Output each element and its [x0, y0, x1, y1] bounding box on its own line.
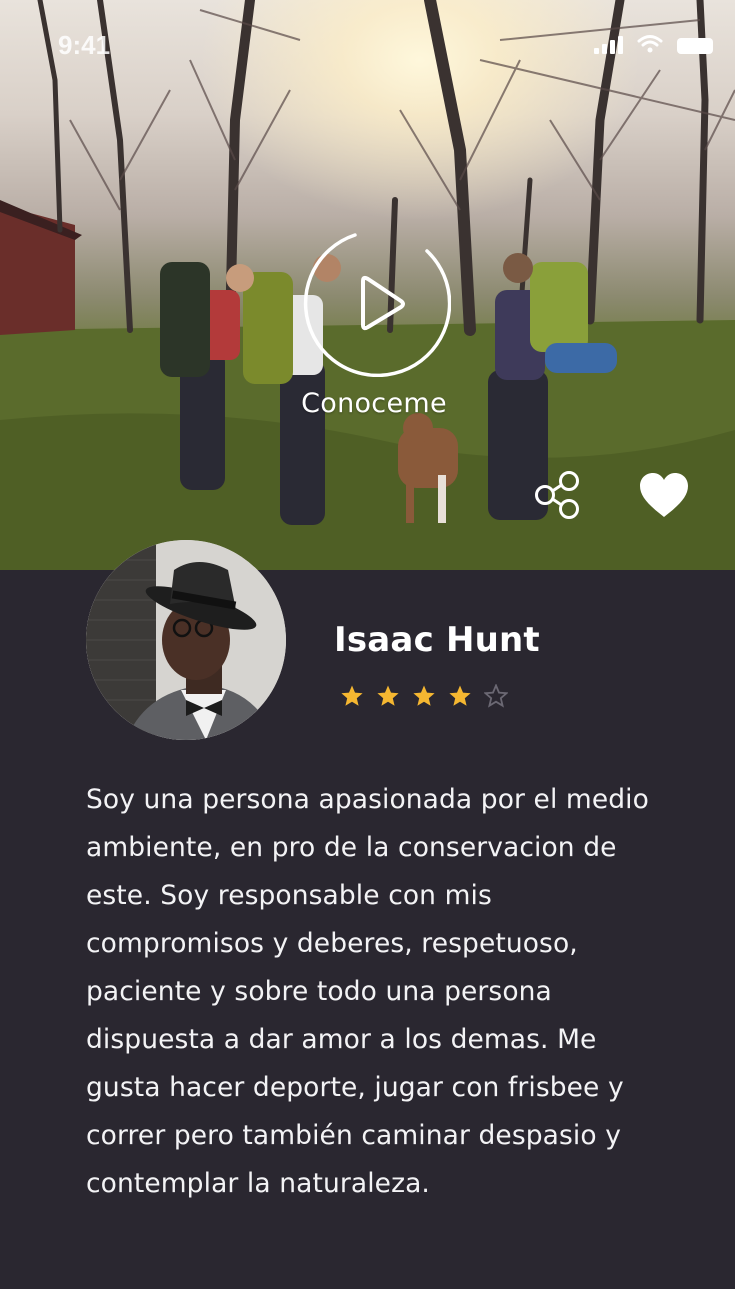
- battery-icon: [677, 38, 713, 54]
- heart-icon[interactable]: [638, 472, 690, 520]
- star-icon: [449, 685, 471, 706]
- share-icon[interactable]: [533, 470, 583, 520]
- status-icons: [594, 34, 713, 54]
- star-icon: [377, 685, 399, 706]
- signal-icon: [594, 34, 623, 54]
- progress-ring: [303, 233, 451, 377]
- video-caption: Conoceme: [301, 388, 447, 419]
- rating-stars: [340, 684, 508, 708]
- star-outline-icon: [484, 684, 508, 708]
- hero-video-cover[interactable]: 9:41 Conoceme: [0, 0, 735, 570]
- star-icon: [413, 685, 435, 706]
- profile-name: Isaac Hunt: [334, 620, 540, 660]
- status-time: 9:41: [58, 30, 111, 60]
- profile-bio: Soy una persona apasionada por el medio …: [86, 784, 649, 1199]
- star-icon: [341, 685, 363, 706]
- avatar-photo: [86, 540, 286, 740]
- avatar: [86, 540, 286, 740]
- play-icon: [361, 275, 405, 331]
- play-button[interactable]: [303, 229, 451, 377]
- status-bar: 9:41: [0, 30, 735, 60]
- wifi-icon: [637, 35, 663, 53]
